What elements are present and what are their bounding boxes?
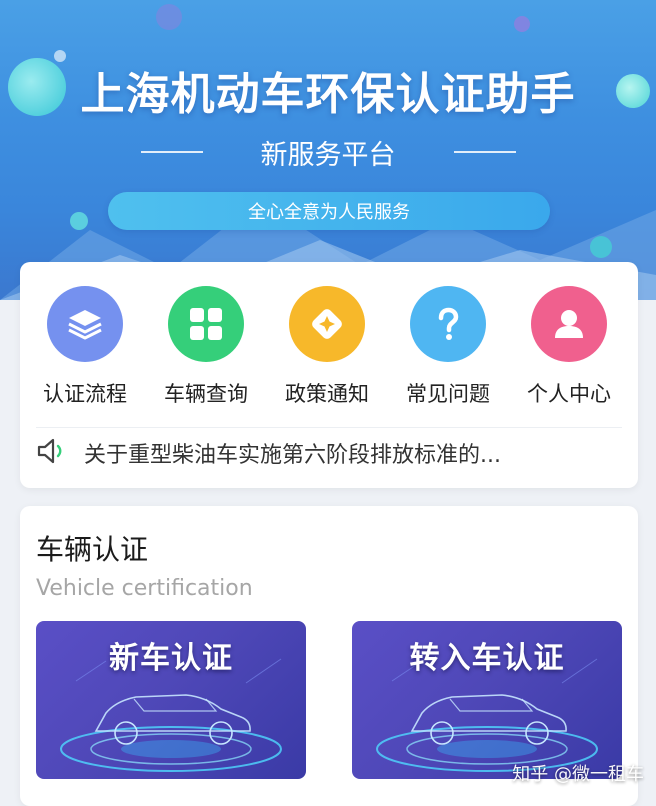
menu-item-label: 常见问题 [406,382,490,406]
menu-item-certification-process[interactable]: 认证流程 [25,286,145,408]
watermark: 知乎 @微一租车 [512,764,644,785]
decor-bubble [514,16,530,32]
notice-bar[interactable]: 关于重型柴油车实施第六阶段排放标准的... [36,427,622,478]
menu-item-label: 政策通知 [285,382,369,406]
decor-bubble [70,212,88,230]
grid-icon [168,286,244,362]
section-title: 车辆认证 [36,533,149,566]
decor-bubble [590,236,612,258]
slogan-pill: 全心全意为人民服务 [108,192,550,230]
question-icon [410,286,486,362]
layers-icon [47,286,123,362]
app-subtitle: 新服务平台 [260,139,396,171]
menu-item-personal-center[interactable]: 个人中心 [509,286,629,408]
divider-line [140,151,203,153]
menu-item-vehicle-query[interactable]: 车辆查询 [146,286,266,408]
menu-item-label: 个人中心 [527,382,611,406]
menu-item-label: 认证流程 [43,382,127,406]
notice-text: 关于重型柴油车实施第六阶段排放标准的... [84,443,501,468]
quick-menu-card: 认证流程 车辆查询 政策通知 常见问题 个人中心 关于重型柴油车实施第六阶段排放… [20,262,638,488]
header-banner: 上海机动车环保认证助手 新服务平台 全心全意为人民服务 [0,0,656,300]
menu-item-policy-notice[interactable]: 政策通知 [267,286,387,408]
app-title: 上海机动车环保认证助手 [80,69,576,120]
cert-card-label: 新车认证 [109,641,233,676]
decor-bubble [156,4,182,30]
menu-item-label: 车辆查询 [164,382,248,406]
subtitle-row: 新服务平台 [0,132,656,172]
cert-card-label: 转入车认证 [409,641,565,676]
menu-item-faq[interactable]: 常见问题 [388,286,508,408]
section-subtitle: Vehicle certification [36,576,253,601]
user-icon [531,286,607,362]
diamond-sparkle-icon [289,286,365,362]
speaker-icon [36,436,70,470]
transfer-car-certification-button[interactable]: 转入车认证 [352,621,622,779]
quick-menu: 认证流程 车辆查询 政策通知 常见问题 个人中心 [20,262,638,412]
new-car-certification-button[interactable]: 新车认证 [36,621,306,779]
divider-line [453,151,516,153]
